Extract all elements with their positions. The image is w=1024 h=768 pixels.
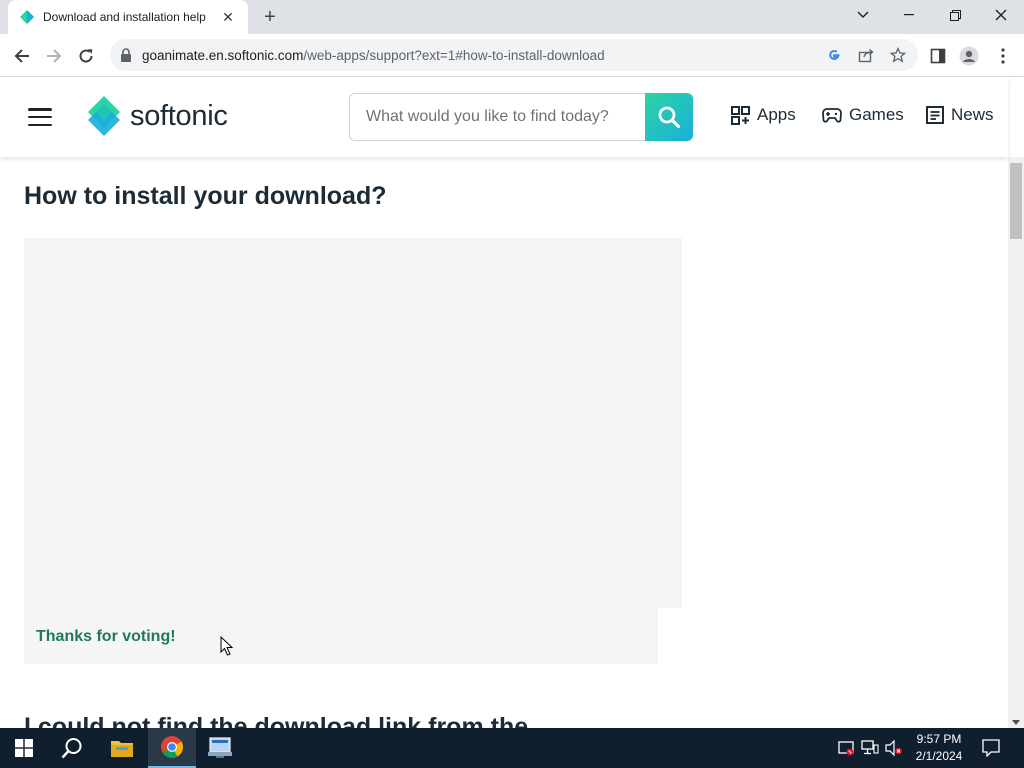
notifications-icon[interactable] xyxy=(982,739,1000,757)
chrome-taskbar-button[interactable] xyxy=(148,728,196,768)
start-button[interactable] xyxy=(0,728,48,768)
network-app-button[interactable] xyxy=(196,728,244,768)
restore-button[interactable] xyxy=(932,0,978,30)
newspaper-icon xyxy=(926,106,944,124)
scroll-down-arrow-icon[interactable] xyxy=(1012,720,1020,725)
mouse-cursor-icon xyxy=(220,636,233,656)
file-explorer-icon xyxy=(111,741,133,757)
site-header: softonic What would you like to find tod… xyxy=(0,77,1008,157)
page-scrollbar[interactable] xyxy=(1008,157,1024,728)
reload-button[interactable] xyxy=(72,42,100,70)
nav-games-link[interactable]: Games xyxy=(822,105,904,125)
gamepad-icon xyxy=(822,108,842,123)
browser-menu-icon[interactable] xyxy=(993,46,1013,66)
apps-grid-icon xyxy=(731,105,750,125)
nav-news-label: News xyxy=(951,105,994,124)
tab-close-icon[interactable]: ✕ xyxy=(220,9,236,26)
new-tab-button[interactable]: + xyxy=(258,5,282,29)
windows-taskbar: 9:57 PM 2/1/2024 xyxy=(0,728,1024,768)
clock-time: 9:57 PM xyxy=(916,732,962,746)
volume-muted-tray-icon[interactable] xyxy=(885,739,903,757)
close-window-button[interactable] xyxy=(978,0,1024,30)
thanks-message: Thanks for voting! xyxy=(36,628,176,645)
nav-apps-link[interactable]: Apps xyxy=(731,105,796,125)
minimize-button[interactable] xyxy=(886,0,932,30)
security-tray-icon[interactable] xyxy=(837,739,855,757)
network-app-icon xyxy=(208,737,232,758)
nav-news-link[interactable]: News xyxy=(926,105,994,125)
forward-arrow-icon xyxy=(47,49,62,63)
forward-button[interactable] xyxy=(40,42,68,70)
url-text: goanimate.en.softonic.com/web-apps/suppo… xyxy=(142,48,605,63)
network-tray-icon[interactable] xyxy=(861,739,879,757)
close-icon xyxy=(995,9,1007,21)
file-explorer-button[interactable] xyxy=(98,728,146,768)
minimize-icon xyxy=(904,14,914,16)
browser-tab[interactable]: Download and installation help ✕ xyxy=(8,0,248,34)
softonic-logo-icon xyxy=(88,96,120,136)
content-placeholder xyxy=(24,238,682,608)
scrollbar-thumb[interactable] xyxy=(1010,163,1022,239)
nav-apps-label: Apps xyxy=(757,105,796,124)
next-section-heading: I could not find the download link from … xyxy=(24,713,529,728)
address-bar[interactable]: goanimate.en.softonic.com/web-apps/suppo… xyxy=(110,39,918,71)
clock-date: 2/1/2024 xyxy=(915,749,963,763)
chrome-icon xyxy=(161,736,183,758)
browser-toolbar: goanimate.en.softonic.com/web-apps/suppo… xyxy=(0,34,1024,77)
hamburger-menu-icon[interactable] xyxy=(28,108,52,126)
page-heading: How to install your download? xyxy=(24,182,387,210)
vote-feedback-box: Thanks for voting! xyxy=(24,608,658,664)
share-icon[interactable] xyxy=(858,47,874,63)
tab-strip: Download and installation help ✕ + xyxy=(0,0,1024,34)
restore-icon xyxy=(949,9,961,21)
nav-games-label: Games xyxy=(849,105,904,124)
url-path: /web-apps/support?ext=1#how-to-install-d… xyxy=(303,47,605,63)
bookmark-star-icon[interactable] xyxy=(890,47,906,63)
web-page: softonic What would you like to find tod… xyxy=(0,77,1024,728)
tab-title: Download and installation help xyxy=(43,10,206,24)
chevron-down-icon xyxy=(857,11,869,18)
taskbar-search-button[interactable] xyxy=(48,728,96,768)
profile-avatar-icon[interactable] xyxy=(959,46,979,66)
search-button[interactable] xyxy=(645,93,693,141)
softonic-logo[interactable]: softonic xyxy=(86,96,228,136)
tab-search-button[interactable] xyxy=(840,0,886,30)
start-icon xyxy=(15,739,33,757)
search-icon xyxy=(658,106,680,128)
back-button[interactable] xyxy=(8,42,36,70)
taskbar-clock[interactable]: 9:57 PM 2/1/2024 xyxy=(906,731,972,765)
url-host: goanimate.en.softonic.com xyxy=(142,47,304,63)
search-icon xyxy=(61,738,82,759)
search-input[interactable]: What would you like to find today? xyxy=(349,93,647,141)
lock-icon xyxy=(121,48,131,62)
back-arrow-icon xyxy=(14,49,29,63)
reload-icon xyxy=(79,49,93,63)
logo-text: softonic xyxy=(130,99,228,132)
softonic-favicon-icon xyxy=(20,10,34,24)
side-panel-icon[interactable] xyxy=(928,46,948,66)
google-translate-icon[interactable] xyxy=(826,47,842,63)
